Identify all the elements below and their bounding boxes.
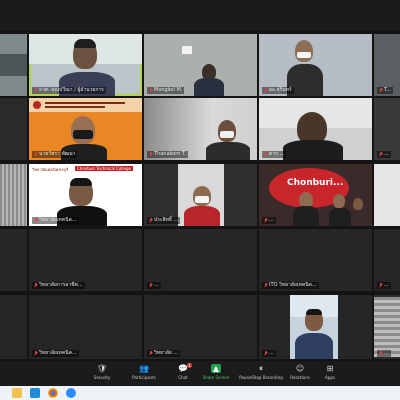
mic-muted-icon <box>34 351 38 356</box>
video-tile[interactable] <box>374 164 400 226</box>
apps-button[interactable]: ⊞ Apps <box>310 363 350 384</box>
participant-name: Thanakorn T. <box>147 151 189 158</box>
participants-icon: 👥 <box>139 364 149 373</box>
mic-muted-icon <box>379 88 383 93</box>
video-tile[interactable]: ผอ.สุรินทร์ <box>259 34 372 96</box>
video-tile[interactable]: ... <box>374 295 400 359</box>
mic-muted-icon <box>379 283 383 288</box>
participant-name: ... <box>262 350 276 357</box>
apps-icon: ⊞ <box>326 364 334 373</box>
video-tile[interactable] <box>0 295 27 359</box>
mic-muted-icon <box>34 283 38 288</box>
mic-muted-icon <box>264 283 268 288</box>
participant-name: วิทยาลัยเทคนิค... <box>32 350 79 357</box>
banner-text: Chonburi... <box>287 178 344 188</box>
share-screen-icon: ▲ <box>211 364 221 373</box>
participants-button[interactable]: 👥 Participants <box>124 363 164 384</box>
video-tile-camera-off[interactable]: วิทยาลัยเทคนิค... <box>29 295 142 359</box>
video-tile[interactable]: Mongkol M. <box>144 34 257 96</box>
security-button[interactable]: 🛡 Security <box>82 363 122 384</box>
video-tile[interactable]: นายวัชรา พัฒนา <box>29 98 142 160</box>
zoom-icon[interactable] <box>66 388 76 398</box>
participant-name: ประสิทธิ์ ... <box>147 217 181 224</box>
video-tile[interactable]: วิทยาลัยเทคนิคชลบุรี Chonburi Technical … <box>29 164 142 226</box>
mic-muted-icon <box>149 152 153 157</box>
participant-name: วิทยาลัยการอาชีพ... <box>32 282 85 289</box>
file-explorer-icon[interactable] <box>12 388 22 398</box>
participant-name: ... <box>377 350 391 357</box>
video-tile[interactable]: ... <box>374 98 400 160</box>
shield-icon: 🛡 <box>97 364 108 373</box>
smiley-icon: ☺ <box>295 364 305 373</box>
participant-name: ... <box>147 282 161 289</box>
video-tile-camera-off[interactable]: วิทยาลัยการอาชีพ... <box>29 229 142 291</box>
participant-name: ตาก ... <box>262 151 287 158</box>
video-tile[interactable]: ตาก ... <box>259 98 372 160</box>
mic-muted-icon <box>149 283 153 288</box>
mic-muted-icon <box>149 351 153 356</box>
video-tile-camera-off[interactable]: วิทยาลัย ... <box>144 295 257 359</box>
windows-taskbar <box>0 386 400 400</box>
video-tile[interactable]: Chonburi... ... <box>259 164 372 226</box>
mic-muted-icon <box>34 218 38 223</box>
participant-name: T... <box>377 87 394 94</box>
poster-subtitle: Chonburi Technical College <box>75 166 133 171</box>
video-tile-active-speaker[interactable]: อวศ. คุณปวีณา / ผู้อำนวยการ <box>29 34 142 96</box>
video-tile[interactable] <box>0 229 27 291</box>
chat-unread-badge: 1 <box>187 363 192 368</box>
chrome-icon[interactable] <box>48 388 58 398</box>
video-tile-camera-off[interactable]: ... <box>374 229 400 291</box>
mic-muted-icon <box>264 152 268 157</box>
participant-name: อวศ. คุณปวีณา / ผู้อำนวยการ <box>32 87 106 94</box>
mic-muted-icon <box>379 351 383 356</box>
mic-muted-icon <box>34 88 38 93</box>
participant-name: ... <box>377 282 391 289</box>
edge-icon[interactable] <box>30 388 40 398</box>
mic-muted-icon <box>264 351 268 356</box>
video-tile-camera-off[interactable]: ITO วิทยาลัยเทคนิค... <box>259 229 372 291</box>
participant-name: นายวัชรา พัฒนา <box>32 151 78 158</box>
pause-stop-recording-button[interactable]: ⏸ Pause/Stop Recording <box>238 363 284 384</box>
mic-muted-icon <box>264 218 268 223</box>
pause-icon: ⏸ <box>259 364 263 373</box>
meeting-controls-bar: 🛡 Security 👥 Participants 💬 1 Chat ▲ Sha… <box>0 361 400 386</box>
share-screen-button[interactable]: ▲ Share Screen <box>196 363 236 384</box>
video-tile[interactable] <box>0 164 27 226</box>
video-tile[interactable]: T... <box>374 34 400 96</box>
video-tile[interactable]: ประสิทธิ์ ... <box>144 164 257 226</box>
video-tile[interactable] <box>0 34 27 96</box>
mic-muted-icon <box>149 88 153 93</box>
participant-name: ITO วิทยาลัยเทคนิค... <box>262 282 319 289</box>
participant-name: วิทยาลัยเทคนิค... <box>32 217 79 224</box>
video-gallery: อวศ. คุณปวีณา / ผู้อำนวยการ Mongkol M. ผ… <box>0 31 400 361</box>
video-tile[interactable]: ... <box>259 295 372 359</box>
video-tile[interactable]: Thanakorn T. <box>144 98 257 160</box>
poster-title: วิทยาลัยเทคนิคชลบุรี <box>32 167 69 172</box>
participant-name: ผอ.สุรินทร์ <box>262 87 294 94</box>
participant-name: Mongkol M. <box>147 87 185 94</box>
participant-name: ... <box>377 151 391 158</box>
participant-name: วิทยาลัย ... <box>147 350 181 357</box>
video-tile[interactable] <box>0 98 27 160</box>
mic-muted-icon <box>379 152 383 157</box>
participant-name: ... <box>262 217 276 224</box>
video-tile-camera-off[interactable]: ... <box>144 229 257 291</box>
meeting-top-bar <box>0 0 400 31</box>
mic-muted-icon <box>34 152 38 157</box>
mic-muted-icon <box>264 88 268 93</box>
mic-muted-icon <box>149 218 153 223</box>
